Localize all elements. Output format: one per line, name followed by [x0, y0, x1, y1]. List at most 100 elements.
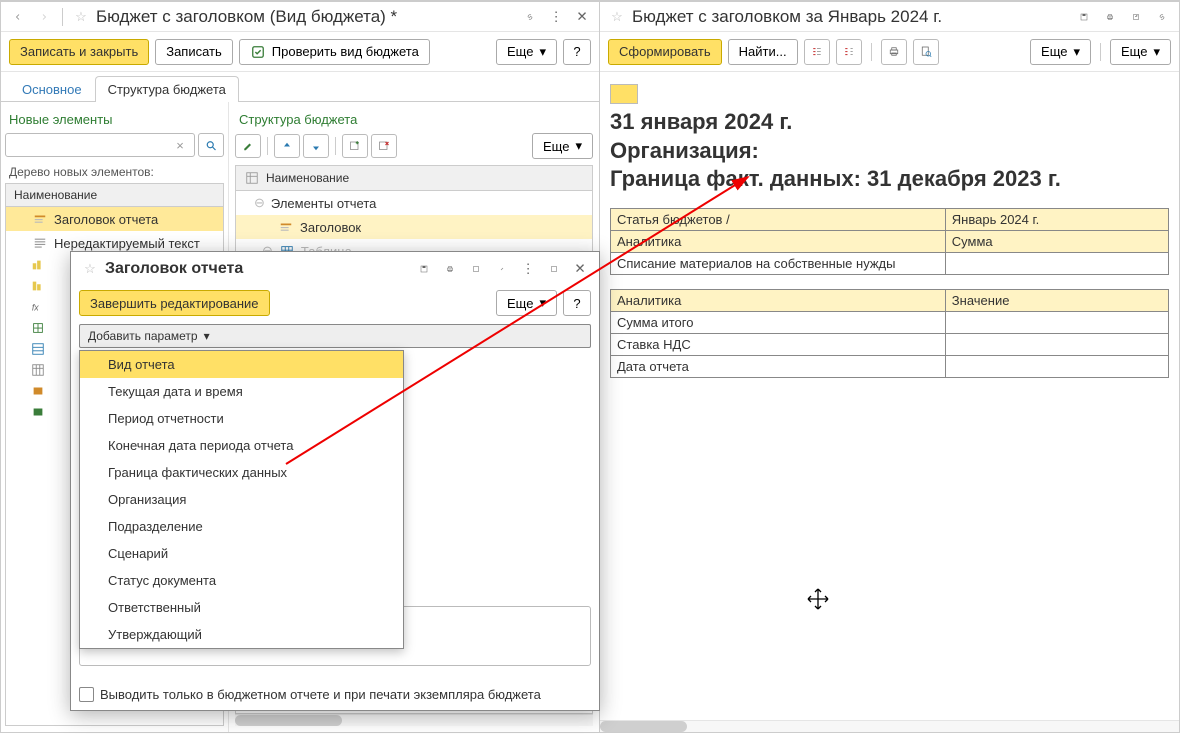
expand-all-icon[interactable] [804, 39, 830, 65]
palette-icons: fx [26, 257, 50, 420]
svg-text:fx: fx [32, 303, 39, 313]
menu-item-department[interactable]: Подразделение [80, 513, 403, 540]
structure-hscroll[interactable] [235, 714, 593, 726]
add-param-dropdown[interactable]: Добавить параметр ▾ [79, 324, 591, 348]
palette-icon-4[interactable] [30, 320, 46, 336]
table-add-icon[interactable] [342, 134, 368, 158]
finish-edit-button[interactable]: Завершить редактирование [79, 290, 270, 316]
more-icon[interactable]: ⋮ [545, 6, 567, 28]
tab-main[interactable]: Основное [9, 76, 95, 102]
structure-title: Структура бюджета [235, 108, 593, 133]
search-icon[interactable] [198, 133, 224, 157]
menu-item-end-date[interactable]: Конечная дата периода отчета [80, 432, 403, 459]
tree-item-header-label: Заголовок отчета [54, 212, 158, 227]
chevron-down-icon: ▾ [539, 295, 546, 311]
clear-icon[interactable]: × [171, 134, 189, 156]
row-materials[interactable]: Списание материалов на собственные нужды [611, 252, 946, 274]
palette-icon-7[interactable] [30, 383, 46, 399]
move-down-icon[interactable] [303, 134, 329, 158]
chevron-down-icon: ▾ [539, 44, 546, 60]
menu-item-approver[interactable]: Утверждающий [80, 621, 403, 648]
modal-help-button[interactable]: ? [563, 290, 591, 316]
checkbox-icon[interactable] [79, 687, 94, 702]
collapse-icon[interactable]: ⊖ [254, 195, 265, 211]
menu-item-period[interactable]: Период отчетности [80, 405, 403, 432]
more-icon[interactable]: ⋮ [517, 258, 539, 280]
print-icon[interactable] [1099, 6, 1121, 28]
new-window-icon[interactable] [465, 258, 487, 280]
generate-button[interactable]: Сформировать [608, 39, 722, 65]
menu-item-organization[interactable]: Организация [80, 486, 403, 513]
structure-row-root[interactable]: ⊖ Элементы отчета [236, 191, 592, 215]
star-icon[interactable]: ☆ [606, 6, 628, 28]
star-icon[interactable]: ☆ [70, 6, 92, 28]
row-vat[interactable]: Ставка НДС [611, 333, 946, 355]
back-button[interactable] [7, 6, 29, 28]
new-elements-header: Наименование [5, 183, 224, 207]
save-close-button[interactable]: Записать и закрыть [9, 39, 149, 65]
palette-icon-1[interactable] [30, 257, 46, 273]
chevron-down-icon: ▾ [204, 329, 210, 343]
star-icon[interactable]: ☆ [79, 258, 101, 280]
modal-more-button[interactable]: Еще ▾ [496, 290, 557, 316]
search-input[interactable]: × [5, 133, 195, 157]
row-total[interactable]: Сумма итого [611, 311, 946, 333]
link-icon[interactable] [491, 258, 513, 280]
palette-icon-6[interactable] [30, 362, 46, 378]
help-button[interactable]: ? [563, 39, 591, 65]
preview-icon[interactable] [913, 39, 939, 65]
right-toolbar: Сформировать Найти... Еще ▾ Еще ▾ [600, 32, 1179, 72]
save-icon[interactable] [413, 258, 435, 280]
left-more-button[interactable]: Еще ▾ [496, 39, 557, 65]
menu-item-scenario[interactable]: Сценарий [80, 540, 403, 567]
row-report-date[interactable]: Дата отчета [611, 355, 946, 377]
find-button[interactable]: Найти... [728, 39, 798, 65]
collapse-all-icon[interactable] [836, 39, 862, 65]
table-remove-icon[interactable] [371, 134, 397, 158]
modal-titlebar: ☆ Заголовок отчета ⋮ ✕ [71, 252, 599, 286]
menu-item-doc-status[interactable]: Статус документа [80, 567, 403, 594]
header-item-icon [278, 219, 294, 235]
close-icon[interactable]: ✕ [571, 6, 593, 28]
link-icon[interactable] [1151, 6, 1173, 28]
tree-item-header[interactable]: Заголовок отчета [6, 207, 223, 231]
right-titlebar: ☆ Бюджет с заголовком за Январь 2024 г. [600, 2, 1179, 32]
structure-row-header[interactable]: Заголовок [236, 215, 592, 239]
check-view-button[interactable]: Проверить вид бюджета [239, 39, 430, 65]
menu-item-current-datetime[interactable]: Текущая дата и время [80, 378, 403, 405]
left-tabs: Основное Структура бюджета [1, 72, 599, 102]
new-window-icon[interactable] [1125, 6, 1147, 28]
palette-fx-icon[interactable]: fx [30, 299, 46, 315]
structure-more-button[interactable]: Еще ▾ [532, 133, 593, 159]
right-more-button[interactable]: Еще ▾ [1030, 39, 1091, 65]
print-icon[interactable] [439, 258, 461, 280]
palette-icon-5[interactable] [30, 341, 46, 357]
save-button[interactable]: Записать [155, 39, 233, 65]
selection-marker[interactable] [610, 84, 638, 104]
report-fact-boundary-line: Граница факт. данных: 31 декабря 2023 г. [600, 165, 1179, 194]
palette-icon-8[interactable] [30, 404, 46, 420]
col-period: Январь 2024 г. [945, 208, 1168, 230]
tab-structure[interactable]: Структура бюджета [95, 76, 239, 102]
new-elements-title: Новые элементы [5, 108, 224, 133]
forward-button[interactable] [33, 6, 55, 28]
menu-item-report-type[interactable]: Вид отчета [80, 351, 403, 378]
palette-icon-2[interactable] [30, 278, 46, 294]
col-sum: Сумма [945, 230, 1168, 252]
print-button[interactable] [881, 39, 907, 65]
text-item-icon [32, 235, 48, 251]
print-only-checkbox-row[interactable]: Выводить только в бюджетном отчете и при… [71, 679, 599, 710]
menu-item-responsible[interactable]: Ответственный [80, 594, 403, 621]
report-hscroll[interactable] [600, 720, 1179, 732]
save-icon[interactable] [1073, 6, 1095, 28]
maximize-icon[interactable] [543, 258, 565, 280]
right-more-button-2[interactable]: Еще ▾ [1110, 39, 1171, 65]
tree-label: Дерево новых элементов: [5, 163, 224, 183]
edit-icon[interactable] [235, 134, 261, 158]
menu-item-fact-boundary[interactable]: Граница фактических данных [80, 459, 403, 486]
structure-header: Наименование [235, 165, 593, 191]
left-toolbar: Записать и закрыть Записать Проверить ви… [1, 32, 599, 72]
link-icon[interactable] [519, 6, 541, 28]
close-icon[interactable]: ✕ [569, 258, 591, 280]
move-up-icon[interactable] [274, 134, 300, 158]
